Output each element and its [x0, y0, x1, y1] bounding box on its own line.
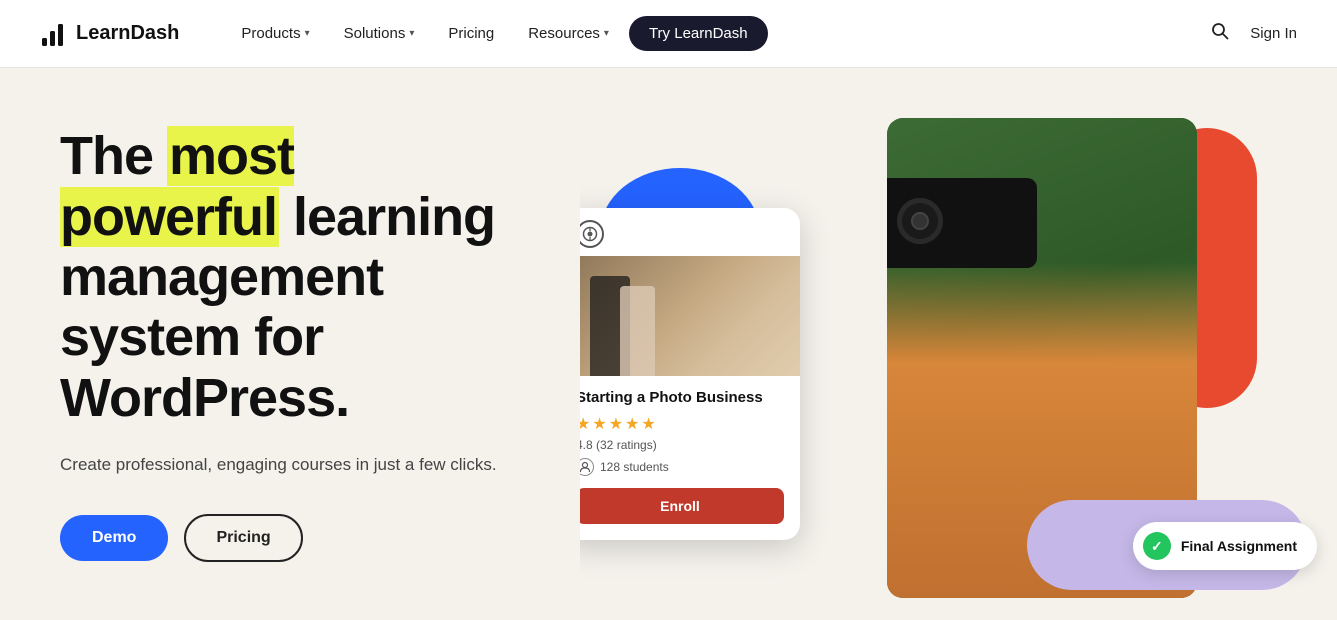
camera-lens: [897, 198, 943, 244]
logo-icon: [40, 20, 68, 48]
card-image: [580, 256, 800, 376]
navbar: LearnDash Products ▾ Solutions ▾ Pricing…: [0, 0, 1337, 68]
card-content: Starting a Photo Business ★★★★★ 4.8 (32 …: [580, 376, 800, 476]
nav-item-products[interactable]: Products ▾: [227, 17, 323, 50]
course-ratings: 4.8 (32 ratings): [580, 438, 784, 452]
aperture-icon: [580, 220, 604, 248]
demo-button[interactable]: Demo: [60, 515, 168, 561]
nav-item-pricing[interactable]: Pricing: [434, 17, 508, 50]
student-icon: [580, 458, 594, 476]
hero-heading: The most powerful learning management sy…: [60, 126, 520, 428]
pricing-button[interactable]: Pricing: [184, 514, 302, 562]
nav-item-solutions[interactable]: Solutions ▾: [330, 17, 429, 50]
hero-subtitle: Create professional, engaging courses in…: [60, 452, 520, 478]
sign-in-link[interactable]: Sign In: [1250, 25, 1297, 42]
hero-buttons: Demo Pricing: [60, 514, 520, 562]
course-stars: ★★★★★: [580, 414, 784, 434]
nav-item-resources[interactable]: Resources ▾: [514, 17, 623, 50]
check-icon: ✓: [1143, 532, 1171, 560]
chevron-down-icon: ▾: [604, 28, 609, 39]
course-card: Starting a Photo Business ★★★★★ 4.8 (32 …: [580, 208, 800, 540]
logo-text: LearnDash: [76, 22, 179, 45]
hero-section: The most powerful learning management sy…: [0, 68, 1337, 620]
enroll-button[interactable]: Enroll: [580, 488, 784, 524]
search-icon[interactable]: [1210, 21, 1230, 46]
camera-body: [887, 178, 1037, 268]
course-students: 128 students: [580, 458, 784, 476]
chevron-down-icon: ▾: [305, 28, 310, 39]
card-header: [580, 208, 800, 256]
chevron-down-icon: ▾: [409, 28, 414, 39]
assignment-text: Final Assignment: [1181, 538, 1297, 554]
logo[interactable]: LearnDash: [40, 20, 179, 48]
nav-item-try[interactable]: Try LearnDash: [629, 16, 768, 51]
assignment-badge: ✓ Final Assignment: [1133, 522, 1317, 570]
hero-right: Starting a Photo Business ★★★★★ 4.8 (32 …: [580, 68, 1337, 620]
heading-before: The: [60, 126, 167, 186]
nav-right: Sign In: [1210, 21, 1297, 46]
hero-left: The most powerful learning management sy…: [0, 68, 580, 620]
nav-links: Products ▾ Solutions ▾ Pricing Resources…: [227, 16, 1210, 51]
course-title: Starting a Photo Business: [580, 388, 784, 408]
